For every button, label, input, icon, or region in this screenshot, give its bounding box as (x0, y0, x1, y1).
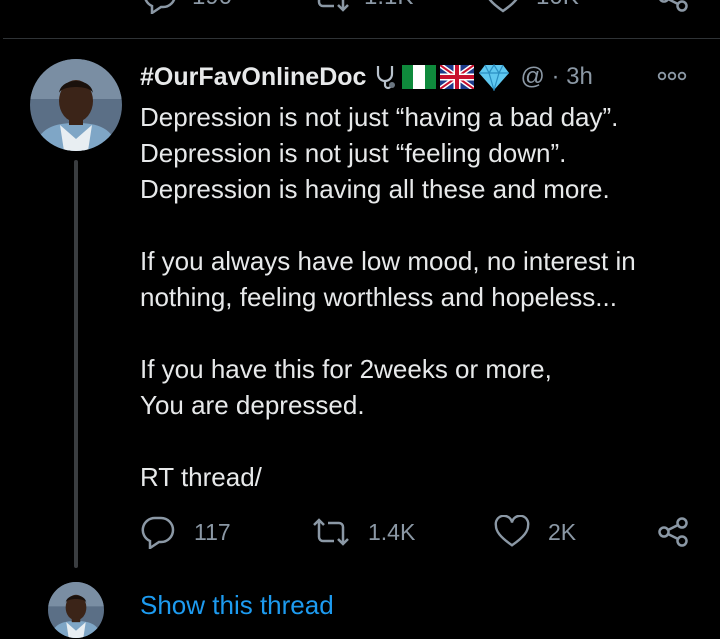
share-button[interactable] (656, 510, 690, 554)
avatar-photo (48, 582, 104, 638)
tweet-line: You are depressed. (140, 390, 365, 420)
show-thread-link[interactable]: Show this thread (140, 590, 334, 621)
reply-icon (144, 0, 176, 14)
more-icon (657, 71, 687, 81)
prev-retweet-count: 1.1K (364, 0, 413, 11)
reply-icon (141, 516, 175, 549)
reply-count: 117 (194, 518, 231, 545)
tweet-actions: 117 1.4K 2K (0, 510, 720, 554)
author-display-name[interactable]: #OurFavOnlineDoc (140, 63, 366, 92)
name-emoji-badges (372, 63, 510, 91)
like-button[interactable]: 2K (494, 510, 576, 554)
heart-icon (488, 0, 518, 13)
prev-retweet-button[interactable]: 1.1K (312, 0, 413, 14)
share-icon (659, 0, 688, 12)
like-count: 2K (548, 518, 577, 545)
gem-icon (479, 63, 510, 91)
tweet-line: If you have this for 2weeks or more, (140, 354, 552, 384)
tweet-line: Depression is having all these and more. (140, 174, 610, 204)
more-options-button[interactable] (656, 66, 688, 86)
tweet-header: #OurFavOnlineDoc @ · 3h (140, 60, 593, 94)
reply-button[interactable]: 117 (140, 510, 231, 554)
retweet-count: 1.4K (368, 518, 416, 545)
uk-flag-icon (440, 65, 475, 89)
thread-author-avatar[interactable] (48, 582, 104, 638)
stethoscope-icon (377, 66, 396, 90)
tweet-text: Depression is not just “having a bad day… (140, 99, 700, 495)
share-icon (658, 517, 688, 547)
retweet-icon (313, 518, 349, 546)
heart-icon (494, 515, 530, 547)
prev-like-button[interactable]: 10K (484, 0, 579, 14)
retweet-icon (317, 0, 349, 12)
avatar-photo (30, 59, 122, 151)
prev-reply-button[interactable]: 190 (140, 0, 232, 14)
prev-reply-count: 190 (192, 0, 232, 11)
retweet-button[interactable]: 1.4K (312, 510, 415, 554)
author-avatar[interactable] (30, 59, 122, 151)
tweet-line: If you always have low mood, no interest… (140, 246, 636, 276)
nigeria-flag-icon (402, 65, 437, 89)
tweet-line: Depression is not just “feeling down”. (140, 138, 567, 168)
tweet-line: nothing, feeling worthless and hopeless.… (140, 282, 617, 312)
twitter-feed: 190 1.1K 10K (0, 0, 720, 639)
tweet-line: RT thread/ (140, 462, 262, 492)
prev-share-button[interactable] (656, 0, 690, 14)
tweet-line: Depression is not just “having a bad day… (140, 102, 619, 132)
author-handle-and-time[interactable]: @ · 3h (520, 63, 592, 91)
tweet-divider (3, 38, 720, 39)
previous-tweet-actions: 190 1.1K 10K (0, 0, 720, 20)
prev-like-count: 10K (536, 0, 579, 11)
thread-connector-line (74, 160, 78, 568)
